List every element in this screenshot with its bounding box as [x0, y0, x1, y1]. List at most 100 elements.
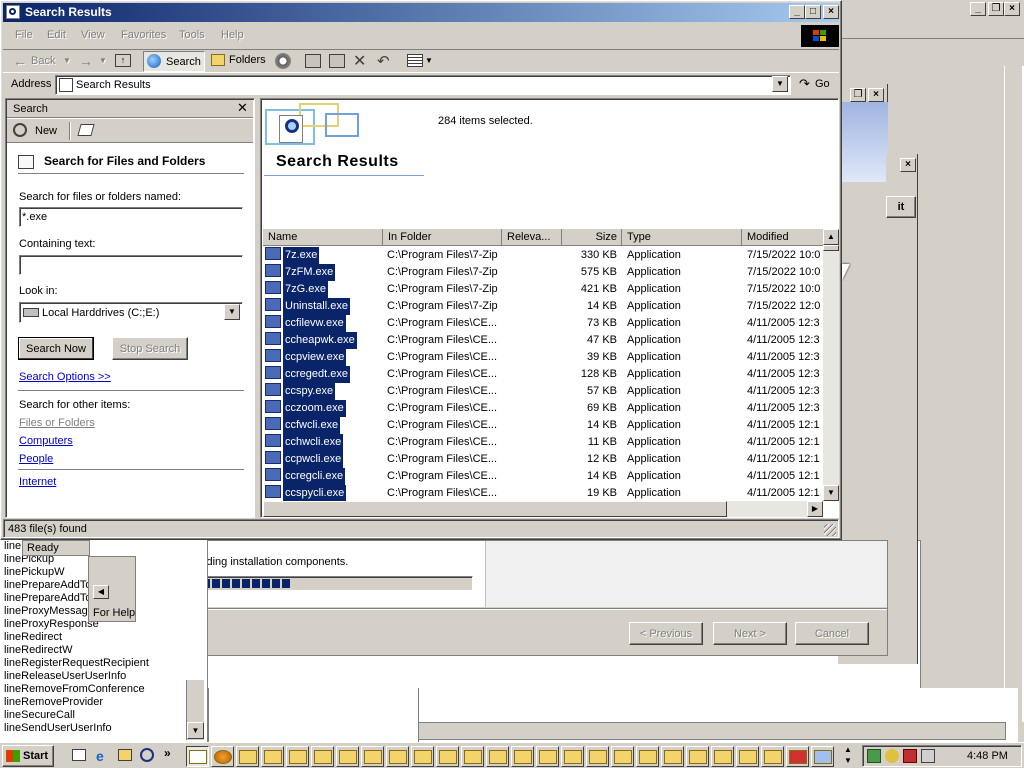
start-button[interactable]: Start	[2, 745, 54, 767]
bottom-hscroll[interactable]	[418, 722, 1006, 740]
search-pane-close-icon[interactable]: ✕	[237, 100, 248, 116]
table-row[interactable]: cchwcli.exe C:\Program Files\CE... 11 KB Ap…	[263, 434, 825, 451]
results-scroll-up-icon[interactable]: ▲	[823, 229, 839, 245]
taskbar-window-button[interactable]	[611, 746, 634, 767]
table-row[interactable]: ccfwcli.exe C:\Program Files\CE... 14 KB Ap…	[263, 417, 825, 434]
table-row[interactable]: 7zG.exe C:\Program Files\7-Zip 421 KB Appli…	[263, 281, 825, 298]
folders-icon[interactable]	[211, 54, 225, 66]
help-scroll-left-icon[interactable]: ◀	[93, 585, 109, 599]
delete-icon[interactable]: ✕	[353, 51, 366, 71]
cancel-button[interactable]: Cancel	[795, 622, 869, 645]
results-vscroll[interactable]: ▲ ▼	[823, 229, 839, 501]
tertiary-close-button[interactable]: ×	[900, 158, 916, 172]
menu-help[interactable]: Help	[221, 29, 244, 41]
table-row[interactable]: ccpview.exe C:\Program Files\CE... 39 KB Ap…	[263, 349, 825, 366]
taskbar-window-button[interactable]	[786, 746, 809, 767]
taskbar-window-button[interactable]	[286, 746, 309, 767]
search-options-link[interactable]: Search Options >>	[19, 371, 111, 383]
new-search-button[interactable]: New	[35, 125, 57, 137]
tray-clock[interactable]: 4:48 PM	[967, 750, 1008, 762]
resize-grip-icon[interactable]	[824, 524, 836, 536]
function-list-item[interactable]: lineRegisterRequestRecipient	[4, 657, 188, 670]
next-button[interactable]: Next >	[713, 622, 787, 645]
bg-vertical-scrollbar[interactable]	[1004, 66, 1022, 722]
table-row[interactable]: ccregcli.exe C:\Program Files\CE... 14 KB A…	[263, 468, 825, 485]
table-row[interactable]: ccspycli.exe C:\Program Files\CE... 19 KB A…	[263, 485, 825, 501]
menu-favorites[interactable]: Favorites	[121, 29, 166, 41]
computers-link[interactable]: Computers	[19, 435, 73, 447]
copy-to-icon[interactable]	[329, 54, 345, 68]
table-row[interactable]: 7z.exe C:\Program Files\7-Zip 330 KB Applic…	[263, 247, 825, 264]
search-now-button[interactable]: Search Now	[18, 337, 94, 360]
folders-button[interactable]: Folders	[229, 54, 266, 66]
function-list-vscroll[interactable]: ▼	[186, 680, 204, 740]
results-scroll-down-icon[interactable]: ▼	[823, 485, 839, 501]
taskbar-scroll-down-icon[interactable]: ▼	[844, 756, 852, 765]
tray-security-icon[interactable]	[903, 749, 917, 763]
function-list-item[interactable]: lineSecureCall	[4, 709, 188, 722]
views-icon[interactable]	[407, 54, 423, 67]
table-row[interactable]: ccspy.exe C:\Program Files\CE... 57 KB Appl…	[263, 383, 825, 400]
previous-button[interactable]: < Previous	[629, 622, 703, 645]
back-arrow-icon[interactable]: ←	[13, 53, 27, 69]
taskbar-window-button[interactable]	[386, 746, 409, 767]
taskbar-window-button[interactable]	[486, 746, 509, 767]
containing-input[interactable]	[19, 255, 243, 275]
menu-edit[interactable]: Edit	[47, 29, 66, 41]
taskbar-window-button[interactable]	[336, 746, 359, 767]
menu-file[interactable]: File	[15, 29, 33, 41]
look-in-dropdown-icon[interactable]: ▼	[224, 304, 240, 320]
table-row[interactable]: Uninstall.exe C:\Program Files\7-Zip 14 KB…	[263, 298, 825, 315]
taskbar-window-button[interactable]	[586, 746, 609, 767]
taskbar-window-button[interactable]	[711, 746, 734, 767]
quicklaunch-search-icon[interactable]	[140, 748, 154, 762]
maximize-button[interactable]: □	[805, 5, 821, 19]
undo-icon[interactable]: ↶	[377, 52, 390, 70]
menu-view[interactable]: View	[81, 29, 105, 41]
search-button[interactable]: Search	[143, 51, 205, 72]
tray-display-icon[interactable]	[921, 749, 935, 763]
table-row[interactable]: ccpwcli.exe C:\Program Files\CE... 12 KB Ap…	[263, 451, 825, 468]
people-link[interactable]: People	[19, 453, 53, 465]
table-row[interactable]: ccfilevw.exe C:\Program Files\CE... 73 KB A…	[263, 315, 825, 332]
bg-close-button[interactable]: ×	[1004, 2, 1020, 16]
taskbar-window-button[interactable]	[261, 746, 284, 767]
function-list-item[interactable]: lineRemoveProvider	[4, 696, 188, 709]
taskbar-window-button[interactable]	[536, 746, 559, 767]
back-button[interactable]: Back	[31, 55, 55, 67]
up-folder-icon[interactable]: ↑	[115, 54, 131, 67]
bg-maximize-button[interactable]: ❐	[988, 2, 1004, 16]
new-search-icon[interactable]	[13, 123, 27, 137]
minimize-button[interactable]: _	[789, 5, 805, 19]
taskbar-window-button[interactable]	[811, 746, 834, 767]
move-to-icon[interactable]	[305, 54, 321, 68]
go-arrow-icon[interactable]: ↷	[799, 76, 810, 92]
table-row[interactable]: 7zFM.exe C:\Program Files\7-Zip 575 KB Appl…	[263, 264, 825, 281]
column-modified[interactable]: Modified	[742, 229, 825, 246]
bg-minimize-button[interactable]: _	[970, 2, 986, 16]
secondary-close-button[interactable]: ×	[868, 88, 884, 102]
tray-network-icon[interactable]	[867, 749, 881, 763]
column-name[interactable]: Name	[263, 229, 383, 246]
back-dropdown-icon[interactable]: ▼	[63, 56, 71, 65]
column-in-folder[interactable]: In Folder	[383, 229, 502, 246]
taskbar-window-button[interactable]	[186, 746, 209, 767]
address-input[interactable]: Search Results ▼	[55, 75, 791, 95]
function-list-item[interactable]: lineRedirect	[4, 631, 188, 644]
taskbar-window-button[interactable]	[636, 746, 659, 767]
taskbar-window-button[interactable]	[211, 746, 234, 767]
taskbar-window-button[interactable]	[436, 746, 459, 767]
title-bar[interactable]: Search Results _ □ ×	[3, 3, 839, 22]
taskbar-window-button[interactable]	[511, 746, 534, 767]
column-relevance[interactable]: Releva...	[502, 229, 562, 246]
table-row[interactable]: ccheapwk.exe C:\Program Files\CE... 47 KB A…	[263, 332, 825, 349]
results-hscroll-thumb[interactable]	[263, 501, 727, 517]
results-hscroll[interactable]: ▶	[263, 501, 823, 517]
go-button[interactable]: Go	[815, 78, 830, 90]
taskbar-window-button[interactable]	[761, 746, 784, 767]
column-size[interactable]: Size	[562, 229, 622, 246]
taskbar-scroll-up-icon[interactable]: ▲	[844, 745, 852, 754]
forward-arrow-icon[interactable]: →	[79, 53, 93, 69]
internet-link[interactable]: Internet	[19, 476, 56, 488]
table-row[interactable]: cczoom.exe C:\Program Files\CE... 69 KB App…	[263, 400, 825, 417]
